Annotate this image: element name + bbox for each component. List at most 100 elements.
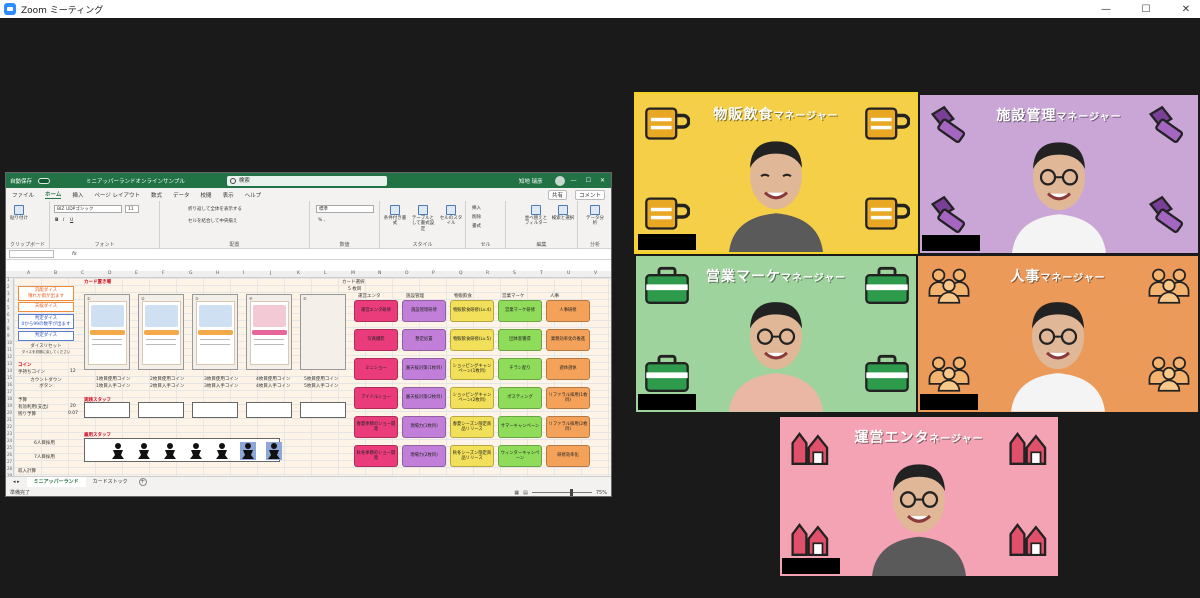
data-analysis-button[interactable]: データ分析: [584, 205, 606, 227]
row-header[interactable]: 11: [7, 347, 12, 352]
staff-pawn[interactable]: [214, 442, 230, 460]
wrap-text-button[interactable]: 折り返して全体を表示する: [188, 206, 242, 212]
kamoku-card-button[interactable]: 園天候対策(2枚目): [402, 387, 446, 409]
kamoku-card-button[interactable]: 現場力(2枚目): [402, 445, 446, 467]
staff-pawn-hired[interactable]: [266, 442, 282, 460]
row-header[interactable]: 14: [7, 368, 12, 373]
staff-pawn-hired[interactable]: [240, 442, 256, 460]
column-header[interactable]: P: [432, 271, 435, 276]
video-tile-eigyo[interactable]: 営業マーケマネージャー: [636, 256, 916, 412]
staff-pawn[interactable]: [110, 442, 126, 460]
kamoku-card-button[interactable]: 運営エンタ研修: [354, 300, 398, 322]
row-header[interactable]: 3: [7, 291, 10, 296]
row-header[interactable]: 15: [7, 375, 12, 380]
menu-home[interactable]: ホーム: [45, 190, 62, 199]
italic-button[interactable]: I: [63, 218, 64, 223]
kamoku-card-button[interactable]: チラシ配り: [498, 358, 542, 380]
dice-general-button[interactable]: 汎能ダイス 晴れか雨が出ます: [18, 286, 74, 302]
kamoku-card-button[interactable]: ミニショー: [354, 358, 398, 380]
kamoku-card-button[interactable]: リファラル採用(2枚目): [546, 416, 590, 438]
menu-insert[interactable]: 挿入: [72, 191, 83, 199]
column-header[interactable]: H: [216, 271, 219, 276]
row-header[interactable]: 6: [7, 312, 10, 317]
excel-search-input[interactable]: 検索: [226, 175, 387, 186]
kamoku-card-button[interactable]: リファラル採用(1枚目): [546, 387, 590, 409]
column-header[interactable]: O: [405, 271, 409, 276]
video-tile-shisetsu[interactable]: 施設管理マネージャー: [920, 95, 1198, 253]
column-header[interactable]: K: [297, 271, 300, 276]
row-header[interactable]: 12: [7, 354, 12, 359]
column-header[interactable]: G: [189, 271, 193, 276]
comment-button[interactable]: コメント: [574, 190, 605, 200]
sheet-cells[interactable]: カード置き場 汎能ダイス 晴れか雨が出ます 天候ダイス 判定ダイス 0から99の…: [14, 278, 611, 476]
kamoku-card-button[interactable]: 人事研修: [546, 300, 590, 322]
kamoku-card-button[interactable]: 現場力(1枚目): [402, 416, 446, 438]
view-normal-icon[interactable]: ▦: [514, 490, 519, 496]
row-header[interactable]: 4: [7, 298, 10, 303]
row-header[interactable]: 26: [7, 452, 12, 457]
video-tile-jinji[interactable]: 人事マネージャー: [918, 256, 1198, 412]
close-button[interactable]: ✕: [1178, 4, 1194, 15]
practice-slot-2[interactable]: [138, 402, 184, 418]
staff-pawn[interactable]: [188, 442, 204, 460]
row-header[interactable]: 17: [7, 389, 12, 394]
cell-style-button[interactable]: セルのスタイル: [439, 205, 463, 227]
card-slot-1[interactable]: ①: [84, 294, 130, 370]
find-select-button[interactable]: 検索と選択: [551, 205, 575, 221]
practice-slot-5[interactable]: [300, 402, 346, 418]
row-header[interactable]: 20: [7, 410, 12, 415]
merge-center-button[interactable]: セルを結合して中央揃え: [188, 218, 237, 224]
video-tile-unei[interactable]: 運営エンタネージャー: [780, 417, 1058, 576]
insert-cells-button[interactable]: 挿入: [472, 205, 481, 211]
row-header[interactable]: 2: [7, 284, 10, 289]
row-header[interactable]: 7: [7, 319, 10, 324]
column-header[interactable]: M: [351, 271, 355, 276]
practice-slot-4[interactable]: [246, 402, 292, 418]
kamoku-card-button[interactable]: 整定処置: [402, 329, 446, 351]
row-header[interactable]: 28: [7, 466, 12, 471]
dice-judge-result[interactable]: 判定ダイス: [18, 331, 74, 341]
column-header[interactable]: I: [243, 271, 244, 276]
dice-reset-button[interactable]: ダイスリセット ダイスを初期に戻してください: [18, 344, 74, 354]
menu-page-layout[interactable]: ページ レイアウト: [94, 191, 140, 199]
kamoku-card-button[interactable]: ショッピングキャンペーン(2枚目): [450, 387, 494, 409]
dice-judge-button[interactable]: 判定ダイス 0から99の数字が出ます: [18, 314, 74, 330]
zoom-slider[interactable]: [531, 489, 592, 496]
kamoku-card-button[interactable]: 秋冬シーズン限定商品リリース: [450, 445, 494, 467]
underline-button[interactable]: U: [70, 218, 73, 223]
tab-card-stock[interactable]: カードストック: [86, 477, 135, 488]
menu-review[interactable]: 校閲: [201, 191, 212, 199]
video-tile-buppan[interactable]: 物販飲食マネージャー: [634, 92, 918, 254]
view-layout-icon[interactable]: ▤: [523, 490, 528, 496]
column-header[interactable]: B: [54, 271, 57, 276]
column-header[interactable]: R: [486, 271, 489, 276]
kamoku-card-button[interactable]: 物販飲食研修(Lv.5): [450, 329, 494, 351]
column-header[interactable]: J: [270, 271, 271, 276]
menu-help[interactable]: ヘルプ: [245, 191, 262, 199]
number-format-select[interactable]: 標準: [316, 205, 374, 213]
menu-view[interactable]: 表示: [223, 191, 234, 199]
staff-pawn[interactable]: [136, 442, 152, 460]
card-slot-2[interactable]: ②: [138, 294, 184, 370]
tab-nav-arrows[interactable]: ◂ ▸: [6, 477, 27, 488]
column-header[interactable]: E: [135, 271, 138, 276]
name-box[interactable]: [9, 250, 54, 258]
practice-slot-1[interactable]: [84, 402, 130, 418]
row-header[interactable]: 16: [7, 382, 12, 387]
practice-slot-3[interactable]: [192, 402, 238, 418]
kamoku-card-button[interactable]: 団体客獲得: [498, 329, 542, 351]
row-header[interactable]: 10: [7, 340, 12, 345]
row-header[interactable]: 5: [7, 305, 10, 310]
row-header[interactable]: 25: [7, 445, 12, 450]
column-header[interactable]: D: [108, 271, 111, 276]
column-header[interactable]: A: [27, 271, 30, 276]
font-name-select[interactable]: BIZ UDPゴシック: [54, 205, 122, 213]
kamoku-card-button[interactable]: 週休週休: [546, 358, 590, 380]
fx-icon[interactable]: fx: [72, 251, 77, 257]
row-header[interactable]: 18: [7, 396, 12, 401]
row-header[interactable]: 13: [7, 361, 12, 366]
kamoku-card-button[interactable]: 施設管理研修: [402, 300, 446, 322]
column-header[interactable]: C: [81, 271, 84, 276]
percent-button[interactable]: % ,: [318, 218, 325, 223]
excel-maximize-button[interactable]: ☐: [586, 177, 591, 184]
